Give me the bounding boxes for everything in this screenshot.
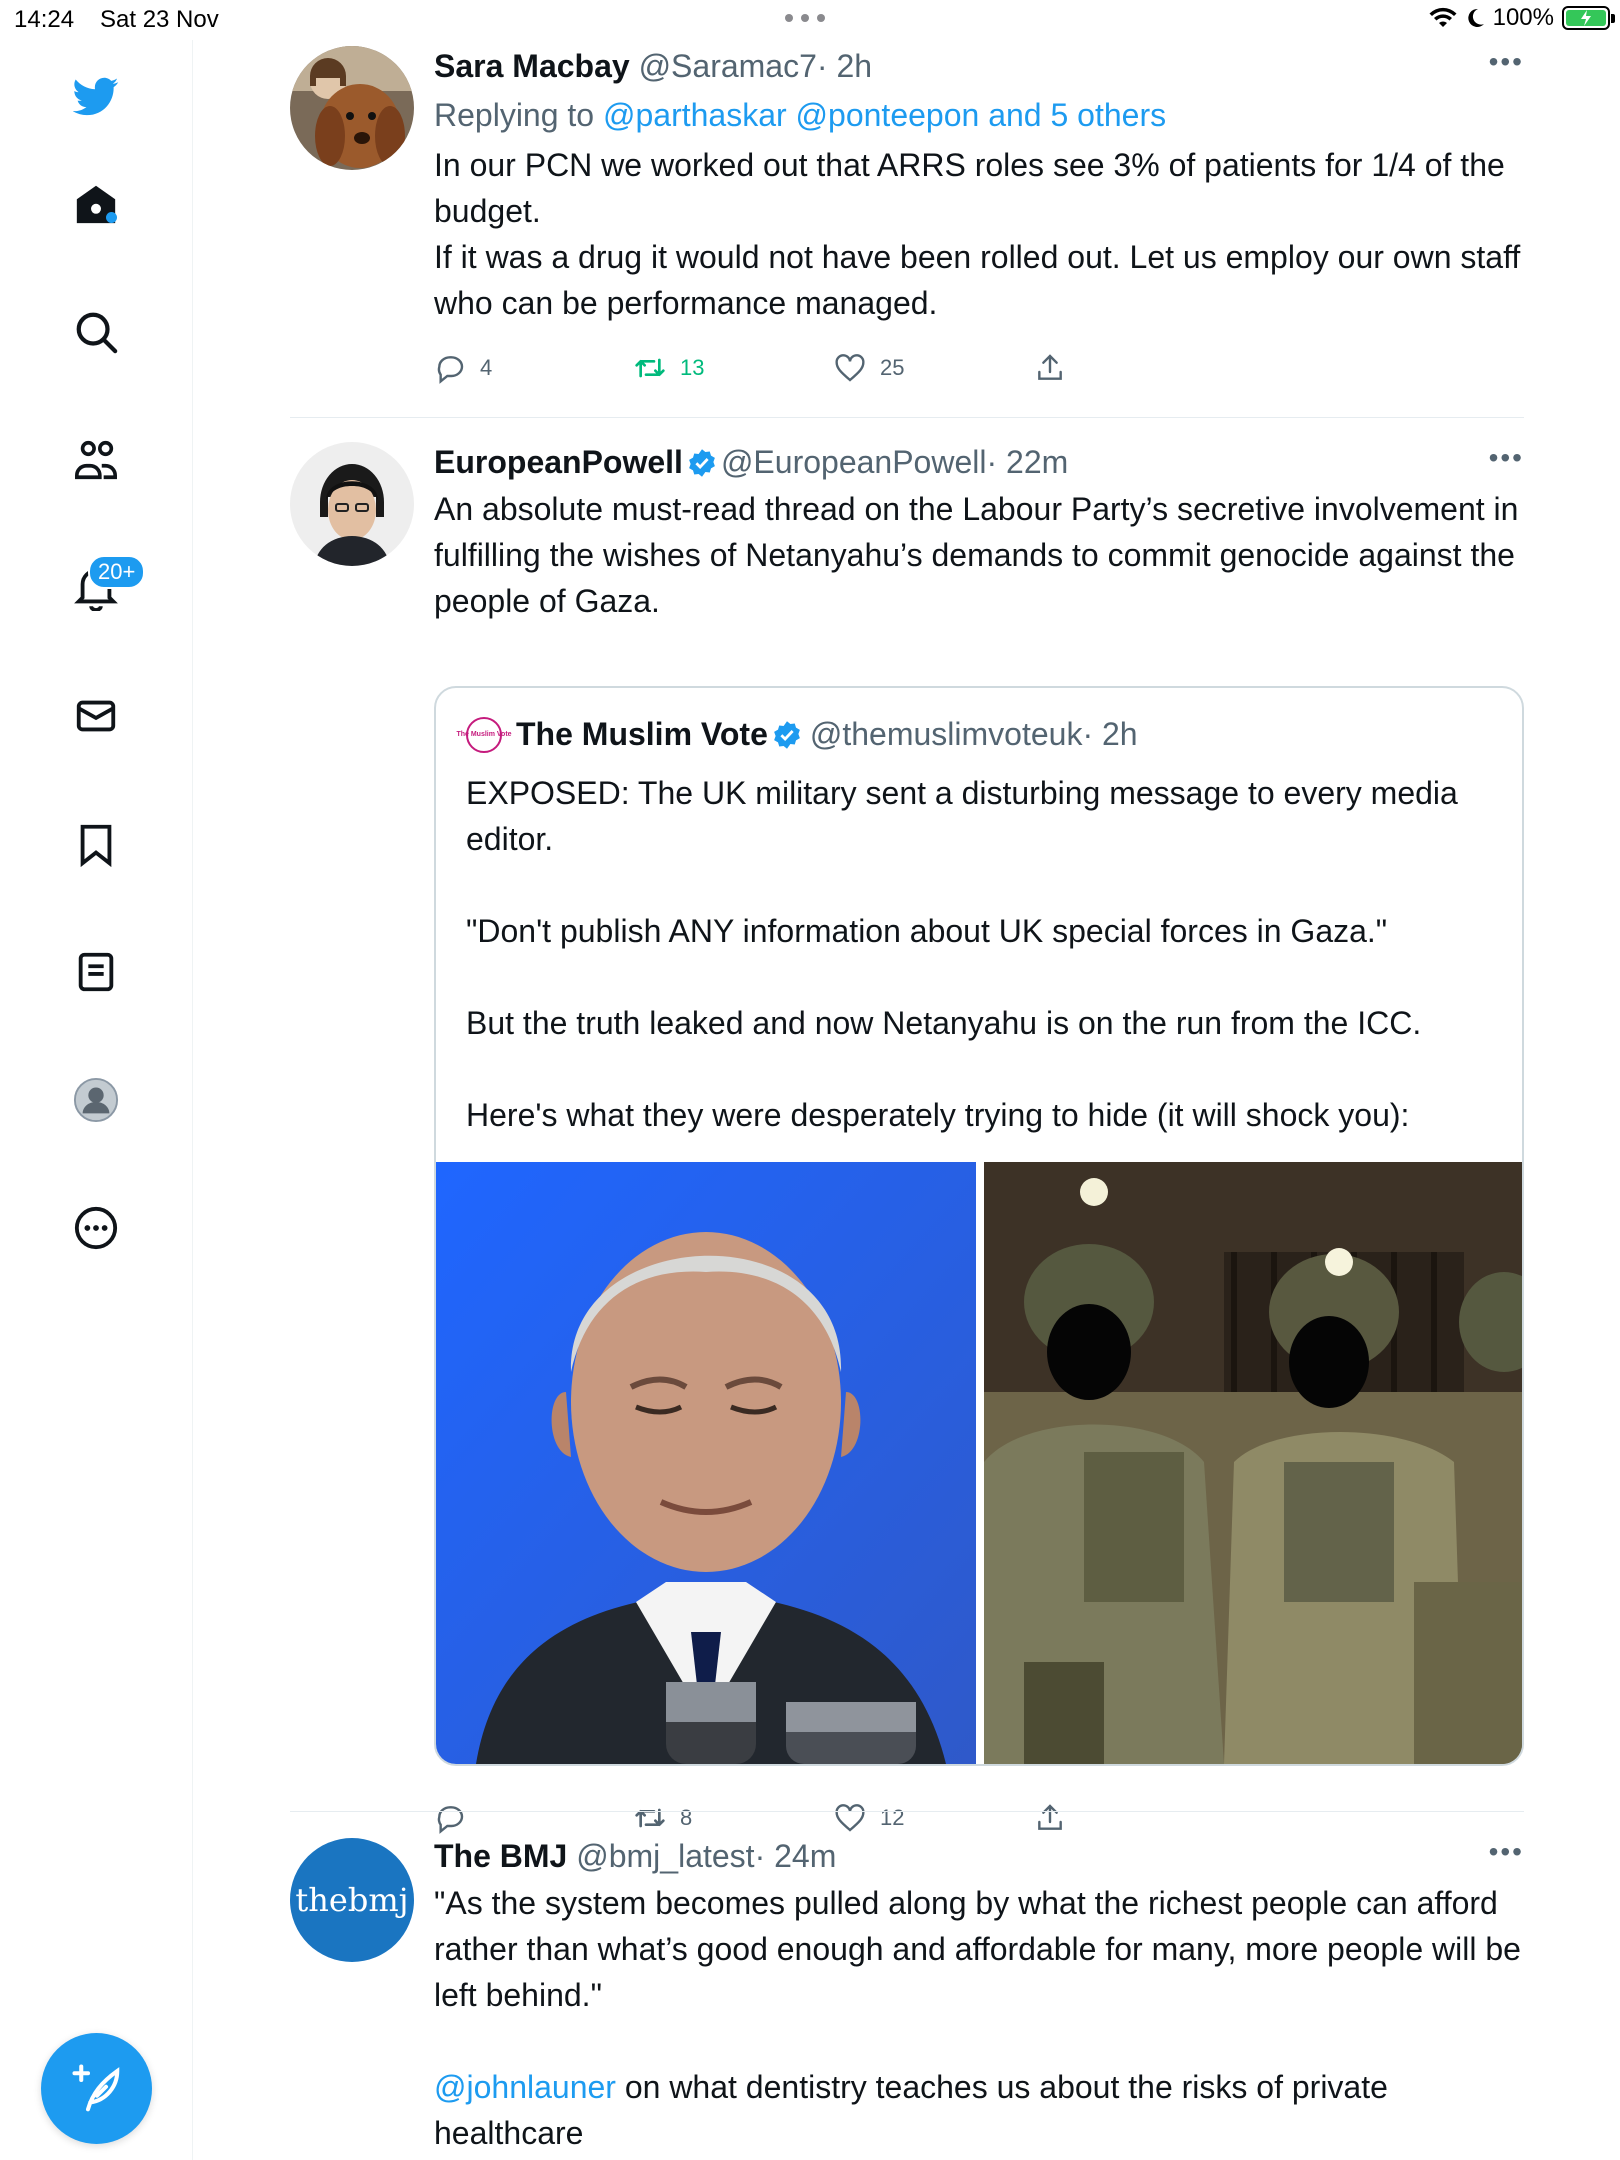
verified-badge-icon <box>689 449 715 477</box>
author-name[interactable]: EuropeanPowell <box>434 444 683 480</box>
like-button[interactable]: 12 <box>834 1802 904 1834</box>
status-bar: 14:24 Sat 23 Nov 100% <box>0 0 1620 40</box>
quote-author-handle: @themuslimvoteuk <box>809 716 1083 752</box>
profile-avatar-icon[interactable] <box>70 1074 122 1126</box>
reply-icon <box>437 1806 464 1834</box>
quote-image-portrait[interactable] <box>436 1162 976 1764</box>
quote-image-soldiers[interactable] <box>984 1162 1522 1764</box>
avatar[interactable] <box>290 442 414 566</box>
tweet[interactable]: thebmj The BMJ @bmj_latest· 24m ••• "As … <box>290 1836 1524 2160</box>
author-handle[interactable]: @Saramac7 <box>639 48 817 84</box>
tweet-time: · 24m <box>754 1838 837 1874</box>
twitter-logo-icon[interactable] <box>70 70 122 122</box>
status-indicators: 100% <box>1429 4 1615 32</box>
battery-icon <box>1562 6 1615 30</box>
author-name[interactable]: Sara Macbay <box>434 48 630 84</box>
tweet-time: · 22m <box>986 444 1069 480</box>
like-button[interactable]: 25 <box>834 352 904 384</box>
share-icon <box>1038 1804 1062 1830</box>
tweet[interactable]: Sara Macbay @Saramac7· 2h ••• Replying t… <box>290 46 1524 406</box>
quote-text: EXPOSED: The UK military sent a disturbi… <box>466 775 1458 1133</box>
reply-icon <box>437 356 464 384</box>
tweet-content: The BMJ @bmj_latest· 24m ••• "As the sys… <box>434 1836 1524 2156</box>
tweet-more-icon[interactable]: ••• <box>1489 1836 1524 1868</box>
bookmark-icon[interactable] <box>70 818 122 870</box>
compose-tweet-button[interactable] <box>41 2033 152 2144</box>
communities-icon[interactable] <box>70 434 122 486</box>
avatar-logo-text: thebmj <box>295 1881 409 1919</box>
reply-count: 4 <box>480 355 493 380</box>
like-count: 12 <box>880 1805 905 1830</box>
avatar[interactable]: thebmj <box>290 1838 414 1962</box>
divider <box>290 1811 1524 1812</box>
retweet-icon <box>635 358 665 378</box>
quoted-tweet[interactable]: The Muslim Vote The Muslim Vote @themusli… <box>434 686 1524 1766</box>
divider <box>290 417 1524 418</box>
multitasking-dots-icon[interactable] <box>785 8 825 22</box>
tweet-more-icon[interactable]: ••• <box>1489 442 1524 474</box>
notifications-badge: 20+ <box>88 555 146 589</box>
author-handle[interactable]: @bmj_latest <box>576 1838 754 1874</box>
author-name[interactable]: The BMJ <box>434 1838 567 1874</box>
status-date: Sat 23 Nov <box>100 6 219 33</box>
replying-to: Replying to @parthaskar @ponteepon and 5… <box>434 94 1524 136</box>
avatar[interactable] <box>290 46 414 170</box>
reply-button[interactable]: 4 <box>434 352 492 384</box>
verified-badge-icon <box>774 720 800 749</box>
battery-percent: 100% <box>1492 4 1554 31</box>
retweet-count: 8 <box>680 1805 693 1830</box>
tweet-text-continued: @johnlauner on what dentistry teaches us… <box>434 2064 1524 2156</box>
status-time: 14:24 <box>14 6 75 33</box>
wifi-icon <box>1429 7 1457 27</box>
heart-icon <box>835 354 865 382</box>
tweet-header: EuropeanPowell @EuropeanPowell· 22m <box>434 442 1524 482</box>
share-button[interactable] <box>1034 352 1066 384</box>
home-new-dot <box>106 212 117 223</box>
quote-time: · 2h <box>1082 716 1138 752</box>
tweet-text: An absolute must-read thread on the Labo… <box>434 491 1519 619</box>
tweet-header: Sara Macbay @Saramac7· 2h <box>434 46 1524 86</box>
heart-icon <box>835 1804 865 1832</box>
author-handle[interactable]: @EuropeanPowell <box>721 444 987 480</box>
retweet-button[interactable]: 8 <box>634 1802 692 1834</box>
messages-envelope-icon[interactable] <box>70 690 122 742</box>
like-count: 25 <box>880 355 905 380</box>
tweet-time: · 2h <box>816 48 873 84</box>
sidebar: 20+ <box>0 40 193 2160</box>
search-icon[interactable] <box>70 306 122 358</box>
tweet-text: In our PCN we worked out that ARRS roles… <box>434 147 1521 321</box>
more-options-icon[interactable] <box>70 1202 122 1254</box>
lists-icon[interactable] <box>70 946 122 998</box>
tweet-content: Sara Macbay @Saramac7· 2h ••• Replying t… <box>434 46 1524 384</box>
quote-author-name[interactable]: The Muslim Vote <box>516 716 768 753</box>
share-icon <box>1038 354 1062 380</box>
retweet-icon <box>635 1808 665 1828</box>
reply-button[interactable] <box>434 1802 480 1834</box>
tweet-content: EuropeanPowell @EuropeanPowell· 22m ••• A… <box>434 442 1524 1834</box>
quote-header: The Muslim Vote The Muslim Vote @themusli… <box>456 716 1138 753</box>
retweet-button[interactable]: 13 <box>634 352 704 384</box>
share-button[interactable] <box>1034 1802 1066 1834</box>
reply-mentions-link[interactable]: @parthaskar @ponteepon and 5 others <box>603 97 1166 133</box>
moon-icon <box>1467 8 1484 27</box>
tweet-text: "As the system becomes pulled along by w… <box>434 1885 1521 2013</box>
retweet-count: 13 <box>680 355 705 380</box>
tweet-more-icon[interactable]: ••• <box>1489 46 1524 78</box>
quote-avatar[interactable]: The Muslim Vote <box>456 716 512 753</box>
replying-to-label: Replying to <box>434 97 603 133</box>
mention-link[interactable]: @johnlauner <box>434 2069 616 2105</box>
tweet[interactable]: EuropeanPowell @EuropeanPowell· 22m ••• A… <box>290 442 1524 1837</box>
tweet-header: The BMJ @bmj_latest· 24m <box>434 1836 1524 1876</box>
compose-feather-icon <box>71 2063 119 2111</box>
